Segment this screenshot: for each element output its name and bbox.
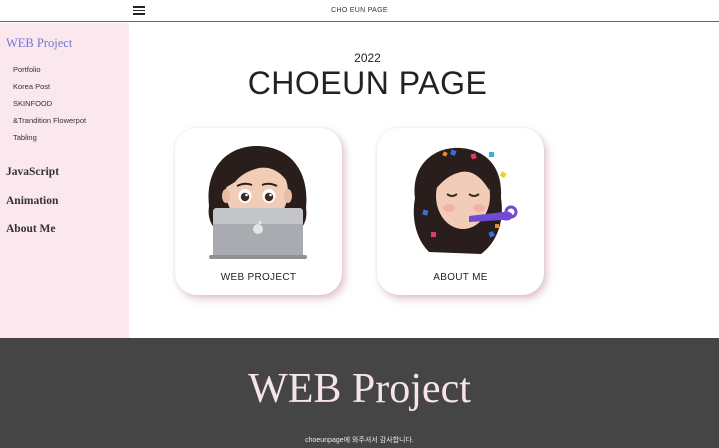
sidebar-item-tabling[interactable]: Tabling — [13, 133, 37, 142]
footer-title: WEB Project — [248, 366, 471, 412]
about-me-card-label: ABOUT ME — [433, 272, 488, 283]
memoji-party-icon — [413, 147, 518, 254]
sidebar-item-korea-post[interactable]: Korea Post — [13, 82, 50, 91]
sidebar-item-trandition-flowerpot[interactable]: &Trandition Flowerpot — [13, 116, 86, 125]
hero-title: CHOEUN PAGE — [247, 65, 488, 101]
sidebar: WEB Project Portfolio Korea Post SKINFOO… — [0, 23, 129, 338]
sidebar-item-animation[interactable]: Animation — [6, 195, 58, 207]
hero-year: 2022 — [354, 51, 381, 65]
web-project-card[interactable]: WEB PROJECT — [175, 128, 342, 295]
sidebar-item-about-me[interactable]: About Me — [6, 223, 56, 235]
footer: WEB Project choeunpage에 와주셔서 감사합니다. — [0, 338, 719, 448]
main-content: 2022 CHOEUN PAGE WEB PROJECT ABOUT ME — [129, 23, 719, 338]
sidebar-item-javascript[interactable]: JavaScript — [6, 166, 59, 178]
top-bar: CHO EUN PAGE — [0, 0, 719, 22]
sidebar-item-portfolio[interactable]: Portfolio — [13, 65, 41, 74]
about-me-card[interactable]: ABOUT ME — [377, 128, 544, 295]
sidebar-heading-web-project[interactable]: WEB Project — [6, 36, 72, 51]
memoji-laptop-icon — [208, 146, 307, 259]
footer-note: choeunpage에 와주셔서 감사합니다. — [305, 437, 414, 444]
sidebar-item-skinfood[interactable]: SKINFOOD — [13, 99, 52, 108]
site-title: CHO EUN PAGE — [331, 7, 388, 14]
web-project-card-label: WEB PROJECT — [220, 272, 297, 283]
